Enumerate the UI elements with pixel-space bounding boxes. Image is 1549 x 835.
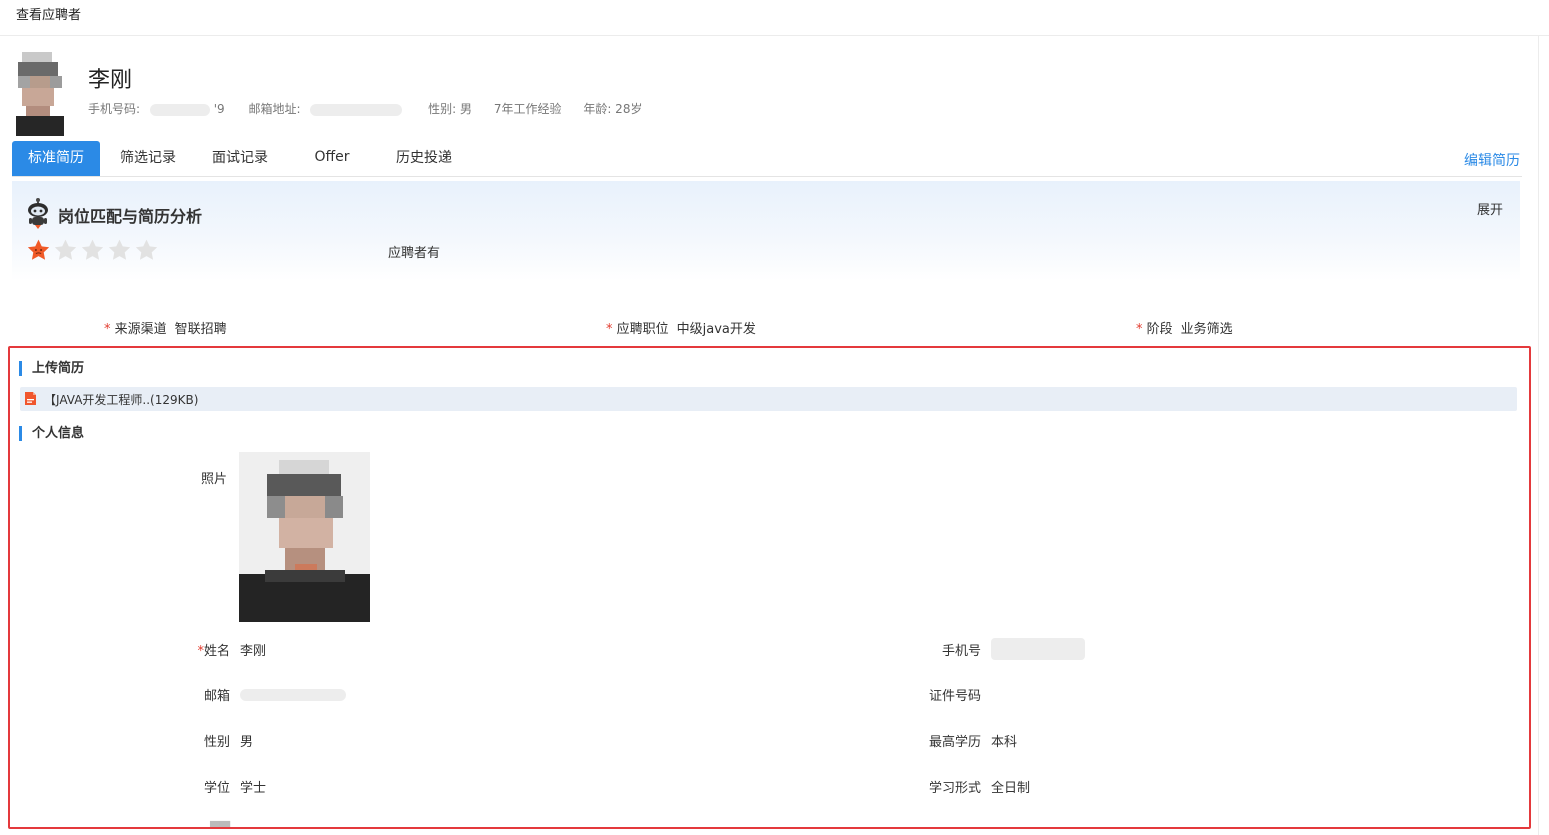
- required-mark: *: [1136, 322, 1147, 337]
- education-field-value: 本科: [991, 735, 1018, 750]
- match-rating: [26, 238, 159, 263]
- partially-hidden-row: ██: [150, 822, 230, 827]
- study-mode-field-value: 全日制: [991, 781, 1031, 796]
- tabs-divider: [12, 176, 1522, 177]
- personal-info-title: 个人信息: [19, 426, 84, 441]
- photo-label: 照片: [201, 472, 228, 487]
- required-mark: *: [606, 322, 617, 337]
- resume-file-name[interactable]: 【JAVA开发工程师..(129KB): [44, 391, 198, 408]
- phone-field-label: 手机号: [941, 644, 981, 659]
- star-icon-filled: [27, 239, 50, 260]
- resume-tabs: 标准简历 筛选记录 面试记录 Offer 历史投递: [12, 141, 468, 176]
- gender-field-label: 性别: [203, 735, 230, 750]
- tab-offer[interactable]: Offer: [284, 141, 380, 176]
- source-channel-field: * 来源渠道 智联招聘: [104, 318, 227, 337]
- source-channel-label: 来源渠道: [114, 322, 167, 337]
- stage-value: 业务筛选: [1180, 322, 1233, 337]
- study-mode-field-label: 学习形式: [928, 781, 981, 796]
- page-header: 查看应聘者: [0, 0, 1549, 36]
- age-meta: 年龄: 28岁: [583, 102, 643, 116]
- applied-position-label: 应聘职位: [616, 322, 669, 337]
- candidate-avatar: [4, 46, 68, 138]
- phone-masked: [149, 103, 210, 116]
- applied-position-value: 中级java开发: [676, 322, 756, 337]
- email-label: 邮箱地址:: [248, 102, 301, 116]
- edit-resume-link[interactable]: 编辑简历: [1464, 150, 1520, 170]
- email-masked: [310, 103, 403, 116]
- degree-field-value: 学士: [240, 781, 267, 796]
- match-analysis-panel: 岗位匹配与简历分析 展开 应聘者有: [12, 181, 1520, 281]
- email-field-value-masked: [240, 687, 346, 702]
- phone-tail: '9: [213, 102, 225, 116]
- analysis-title: 岗位匹配与简历分析: [58, 207, 203, 226]
- candidate-photo: [239, 452, 370, 622]
- name-field-value: 李刚: [240, 644, 267, 659]
- tab-standard-resume[interactable]: 标准简历: [12, 141, 100, 176]
- resume-file-row[interactable]: 【JAVA开发工程师..(129KB): [20, 387, 1517, 411]
- tab-interview-record[interactable]: 面试记录: [196, 141, 284, 176]
- star-icon-empty: [54, 239, 77, 260]
- phone-label: 手机号码:: [88, 102, 141, 116]
- tab-screening-record[interactable]: 筛选记录: [100, 141, 196, 176]
- panel-right-border: [1538, 36, 1539, 835]
- tab-history-delivery[interactable]: 历史投递: [380, 141, 468, 176]
- analysis-text: 应聘者有: [388, 246, 441, 261]
- gender-meta: 性别: 男: [428, 102, 473, 116]
- robot-icon: [28, 198, 48, 229]
- upload-resume-title: 上传简历: [19, 361, 84, 376]
- page-title: 查看应聘者: [16, 8, 82, 23]
- id-number-field-label: 证件号码: [928, 689, 981, 704]
- star-icon-empty: [108, 239, 131, 260]
- email-field-label: 邮箱: [203, 689, 230, 704]
- gender-field-value: 男: [240, 735, 254, 750]
- star-icon-empty: [135, 239, 158, 260]
- candidate-name: 李刚: [88, 68, 133, 93]
- resume-detail-highlight: 上传简历 【JAVA开发工程师..(129KB) 个人信息 照片 *姓名 李刚 …: [8, 346, 1531, 829]
- applied-position-field: * 应聘职位 中级java开发: [606, 318, 756, 337]
- phone-field-value-masked: [991, 638, 1085, 660]
- education-field-label: 最高学历: [928, 735, 981, 750]
- pdf-file-icon: [25, 392, 36, 405]
- expand-button[interactable]: 展开: [1477, 199, 1503, 218]
- stage-label: 阶段: [1146, 322, 1173, 337]
- candidate-meta-row: 手机号码: '9 邮箱地址: 性别: 男 7年工作经验 年龄: 28岁: [88, 100, 642, 117]
- name-field-label: *姓名: [197, 644, 230, 659]
- star-icon-empty: [81, 239, 104, 260]
- required-mark: *: [104, 322, 115, 337]
- degree-field-label: 学位: [203, 781, 230, 796]
- experience-meta: 7年工作经验: [493, 102, 562, 116]
- source-channel-value: 智联招聘: [174, 322, 227, 337]
- stage-field: * 阶段 业务筛选: [1136, 318, 1233, 337]
